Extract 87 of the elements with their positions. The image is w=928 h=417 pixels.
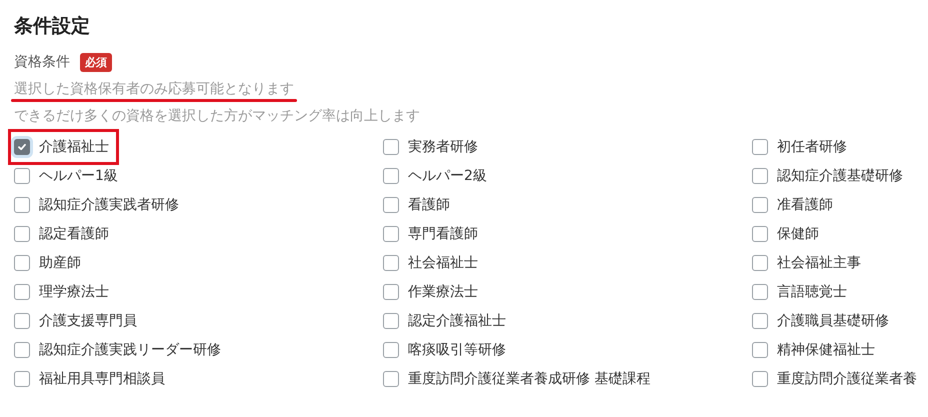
required-badge: 必須 <box>80 52 112 72</box>
checkbox[interactable] <box>383 313 399 329</box>
checkbox-option[interactable]: 精神保健福祉士 <box>752 338 879 362</box>
checkbox[interactable] <box>14 371 30 387</box>
hint-text: 選択した資格保有者のみ応募可能となります <box>14 81 294 97</box>
checkbox[interactable] <box>752 342 768 358</box>
checkbox[interactable] <box>752 313 768 329</box>
checkbox-option[interactable]: ヘルパー2級 <box>383 164 491 188</box>
checkbox[interactable] <box>752 226 768 242</box>
checkbox-option[interactable]: 作業療法士 <box>383 280 482 304</box>
checkbox-option[interactable]: 重度訪問介護従業者養成研修 基礎課程 <box>383 367 654 391</box>
checkbox[interactable] <box>752 197 768 213</box>
hint-text: できるだけ多くの資格を選択した方がマッチング率は向上します <box>14 108 420 124</box>
option-label: 言語聴覚士 <box>777 283 847 301</box>
option-label: 社会福祉士 <box>408 254 478 272</box>
checkbox[interactable] <box>14 197 30 213</box>
option-label: 専門看護師 <box>408 225 478 243</box>
option-label: 看護師 <box>408 196 450 214</box>
checkbox-option[interactable]: 喀痰吸引等研修 <box>383 338 510 362</box>
checkbox-option[interactable]: 介護支援専門員 <box>14 309 141 333</box>
checkbox-option[interactable]: 社会福祉主事 <box>752 251 865 275</box>
checkbox[interactable] <box>14 168 30 184</box>
checkbox[interactable] <box>383 226 399 242</box>
checkbox[interactable] <box>752 284 768 300</box>
checkbox[interactable] <box>14 226 30 242</box>
option-label: 認定看護師 <box>39 225 109 243</box>
checkbox-option[interactable]: 介護福祉士 <box>14 135 113 159</box>
checkbox-option[interactable]: 認定介護福祉士 <box>383 309 510 333</box>
checkbox[interactable] <box>383 342 399 358</box>
option-label: 准看護師 <box>777 196 833 214</box>
checkbox[interactable] <box>383 284 399 300</box>
checkbox-option[interactable]: 重度訪問介護従業者養 <box>752 367 921 391</box>
option-label: 認知症介護実践者研修 <box>39 196 179 214</box>
checkbox-option[interactable]: 保健師 <box>752 222 823 246</box>
checkbox[interactable] <box>14 139 30 155</box>
checkbox-option[interactable]: 実務者研修 <box>383 135 482 159</box>
option-label: 介護職員基礎研修 <box>777 312 889 330</box>
option-label: ヘルパー2級 <box>408 167 487 185</box>
checkbox-option[interactable]: 准看護師 <box>752 193 837 217</box>
checkbox-option[interactable]: 助産師 <box>14 251 85 275</box>
checkbox[interactable] <box>14 313 30 329</box>
checkbox[interactable] <box>383 197 399 213</box>
option-label: 助産師 <box>39 254 81 272</box>
checkbox[interactable] <box>14 255 30 271</box>
option-label: 喀痰吸引等研修 <box>408 341 506 359</box>
checkbox[interactable] <box>752 139 768 155</box>
option-label: 重度訪問介護従業者養 <box>777 370 917 388</box>
field-label: 資格条件 <box>14 53 70 71</box>
option-label: 初任者研修 <box>777 138 847 156</box>
option-label: 介護福祉士 <box>39 138 109 156</box>
option-label: 保健師 <box>777 225 819 243</box>
checkbox-option[interactable]: 看護師 <box>383 193 454 217</box>
checkbox-option[interactable]: ヘルパー1級 <box>14 164 122 188</box>
option-label: 作業療法士 <box>408 283 478 301</box>
checkbox-option[interactable]: 認知症介護実践リーダー研修 <box>14 338 225 362</box>
checkbox[interactable] <box>14 342 30 358</box>
option-label: 認知症介護基礎研修 <box>777 167 903 185</box>
checkbox-option[interactable]: 認知症介護基礎研修 <box>752 164 907 188</box>
checkbox[interactable] <box>752 255 768 271</box>
checkbox[interactable] <box>383 371 399 387</box>
option-label: 社会福祉主事 <box>777 254 861 272</box>
checkbox-option[interactable]: 介護職員基礎研修 <box>752 309 893 333</box>
checkbox-option[interactable]: 言語聴覚士 <box>752 280 851 304</box>
checkbox[interactable] <box>383 255 399 271</box>
checkbox[interactable] <box>14 284 30 300</box>
option-label: 重度訪問介護従業者養成研修 基礎課程 <box>408 370 650 388</box>
option-label: 福祉用具専門相談員 <box>39 370 165 388</box>
checkbox-option[interactable]: 認知症介護実践者研修 <box>14 193 183 217</box>
option-label: 理学療法士 <box>39 283 109 301</box>
checkbox-option[interactable]: 認定看護師 <box>14 222 113 246</box>
checkbox[interactable] <box>752 371 768 387</box>
option-label: ヘルパー1級 <box>39 167 118 185</box>
option-label: 介護支援専門員 <box>39 312 137 330</box>
option-label: 認知症介護実践リーダー研修 <box>39 341 221 359</box>
checkbox[interactable] <box>383 139 399 155</box>
checkbox-option[interactable]: 理学療法士 <box>14 280 113 304</box>
check-icon <box>17 142 27 152</box>
checkbox-option[interactable]: 専門看護師 <box>383 222 482 246</box>
checkbox-option[interactable]: 初任者研修 <box>752 135 851 159</box>
checkbox-option[interactable]: 社会福祉士 <box>383 251 482 275</box>
section-title: 条件設定 <box>14 14 91 39</box>
checkbox[interactable] <box>752 168 768 184</box>
option-label: 実務者研修 <box>408 138 478 156</box>
option-label: 精神保健福祉士 <box>777 341 875 359</box>
checkbox[interactable] <box>383 168 399 184</box>
checkbox-option[interactable]: 福祉用具専門相談員 <box>14 367 169 391</box>
option-label: 認定介護福祉士 <box>408 312 506 330</box>
